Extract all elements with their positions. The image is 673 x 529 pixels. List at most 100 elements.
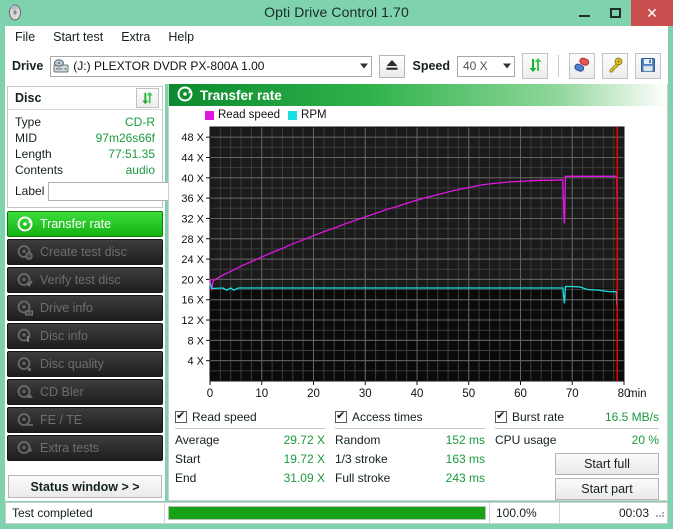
status-message: Test completed	[6, 503, 164, 523]
svg-text:min: min	[628, 388, 647, 400]
stat-row-start: Start 19.72 X	[175, 450, 325, 469]
sidebar-item-drive-info[interactable]: Drive info	[7, 295, 163, 321]
main-body: Disc Type CD-R MID 97m2	[0, 84, 673, 501]
read-speed-checkbox[interactable]	[175, 411, 187, 423]
close-button[interactable]: ✕	[631, 0, 673, 26]
start-part-button[interactable]: Start part	[555, 478, 659, 500]
status-window-label: Status window > >	[30, 480, 139, 494]
stat-value: 163 ms	[446, 450, 485, 469]
disc-create-icon	[17, 244, 33, 260]
disc-quality-icon	[17, 356, 33, 372]
speed-select[interactable]: 40 X	[457, 56, 515, 77]
svg-text:36 X: 36 X	[181, 193, 204, 205]
sidebar-item-label: Verify test disc	[40, 273, 121, 287]
sidebar-item-fe-te[interactable]: FE / TE	[7, 407, 163, 433]
status-window-button[interactable]: Status window > >	[8, 475, 162, 498]
close-icon: ✕	[646, 6, 658, 20]
stat-value: 29.72 X	[284, 431, 325, 450]
stat-value: 31.09 X	[284, 469, 325, 488]
divider	[495, 428, 659, 429]
drive-select[interactable]: (J:) PLEXTOR DVDR PX-800A 1.00	[50, 56, 372, 77]
resize-grip[interactable]	[655, 508, 667, 518]
svg-text:0: 0	[207, 388, 213, 400]
disc-row-contents: Contents audio	[15, 162, 155, 178]
svg-text:20: 20	[307, 388, 320, 400]
sidebar-item-create-test-disc[interactable]: Create test disc	[7, 239, 163, 265]
sidebar-item-verify-test-disc[interactable]: Verify test disc	[7, 267, 163, 293]
speed-label: Speed	[412, 59, 450, 73]
disc-info-panel: Disc Type CD-R MID 97m2	[7, 86, 163, 208]
stat-value: 20 %	[632, 431, 659, 450]
stat-key: 1/3 stroke	[335, 450, 388, 469]
stat-key: Full stroke	[335, 469, 390, 488]
access-times-label: Access times	[352, 410, 423, 424]
erase-disc-button[interactable]	[569, 53, 595, 79]
save-button[interactable]	[635, 53, 661, 79]
cd-bler-icon	[17, 384, 33, 400]
disc-row-type: Type CD-R	[15, 114, 155, 130]
burst-rate-checkbox[interactable]	[495, 411, 507, 423]
eject-icon	[385, 59, 399, 74]
svg-text:50: 50	[462, 388, 475, 400]
minimize-button[interactable]	[569, 0, 600, 26]
disc-transfer-icon	[177, 86, 193, 105]
refresh-icon	[527, 57, 544, 76]
sidebar-item-disc-quality[interactable]: Disc quality	[7, 351, 163, 377]
stat-key: Average	[175, 431, 219, 450]
svg-text:40: 40	[411, 388, 424, 400]
sidebar-item-label: Create test disc	[40, 245, 127, 259]
eject-button[interactable]	[379, 55, 405, 78]
stats-read-speed: Read speed Average 29.72 X Start 19.72 X…	[175, 408, 335, 498]
disc-row-value: CD-R	[125, 114, 155, 130]
svg-text:44 X: 44 X	[181, 152, 204, 164]
menu-bar: File Start test Extra Help	[0, 26, 673, 48]
progress-bar	[164, 503, 489, 523]
menu-item-start-test[interactable]: Start test	[53, 30, 103, 44]
disc-refresh-button[interactable]	[136, 88, 159, 108]
chart-plot-svg: 4 X8 X12 X16 X20 X24 X28 X32 X36 X40 X44…	[169, 106, 667, 404]
disc-row-key: Length	[15, 146, 52, 162]
divider	[335, 428, 485, 429]
content-pane: Transfer rate Read speed RPM 4 X8 X12 X1…	[168, 84, 668, 501]
stat-value: 152 ms	[446, 431, 485, 450]
title-bar: Opti Drive Control 1.70 ✕	[0, 0, 673, 26]
stat-row-end: End 31.09 X	[175, 469, 325, 488]
sidebar-item-transfer-rate[interactable]: Transfer rate	[7, 211, 163, 237]
progress-percent: 100.0%	[489, 503, 559, 523]
disc-row-key: MID	[15, 130, 37, 146]
stats-access-times: Access times Random 152 ms 1/3 stroke 16…	[335, 408, 495, 498]
start-full-label: Start full	[584, 457, 630, 471]
chart-title: Transfer rate	[200, 88, 282, 103]
access-times-checkbox[interactable]	[335, 411, 347, 423]
disc-label-key: Label	[15, 184, 44, 198]
svg-text:8 X: 8 X	[187, 335, 204, 347]
disc-panel-header: Disc	[8, 87, 162, 110]
sidebar-item-cd-bler[interactable]: CD Bler	[7, 379, 163, 405]
stat-value: 243 ms	[446, 469, 485, 488]
svg-text:24 X: 24 X	[181, 254, 204, 266]
stat-row-random: Random 152 ms	[335, 431, 485, 450]
menu-item-file[interactable]: File	[15, 30, 35, 44]
burst-rate-label: Burst rate	[512, 410, 564, 424]
stat-key: End	[175, 469, 196, 488]
refresh-button[interactable]	[522, 53, 548, 79]
stat-key: CPU usage	[495, 431, 556, 450]
maximize-button[interactable]	[600, 0, 631, 26]
disc-row-mid: MID 97m26s66f	[15, 130, 155, 146]
disc-row-length: Length 77:51.35	[15, 146, 155, 162]
progress-fill	[169, 507, 485, 519]
settings-button[interactable]	[602, 53, 628, 79]
drive-label: Drive	[12, 59, 43, 73]
disc-row-value: 77:51.35	[108, 146, 155, 162]
stat-value: 19.72 X	[284, 450, 325, 469]
transfer-rate-chart: Read speed RPM 4 X8 X12 X16 X20 X24 X28 …	[169, 106, 667, 404]
svg-text:20 X: 20 X	[181, 274, 204, 286]
sidebar-item-disc-info[interactable]: Disc info	[7, 323, 163, 349]
extra-tests-icon	[17, 440, 33, 456]
erase-disc-icon	[573, 57, 591, 76]
sidebar-item-extra-tests[interactable]: Extra tests	[7, 435, 163, 461]
menu-item-help[interactable]: Help	[168, 30, 194, 44]
disc-rows: Type CD-R MID 97m26s66f Length 77:51.35 …	[8, 110, 162, 207]
start-full-button[interactable]: Start full	[555, 453, 659, 475]
menu-item-extra[interactable]: Extra	[121, 30, 150, 44]
